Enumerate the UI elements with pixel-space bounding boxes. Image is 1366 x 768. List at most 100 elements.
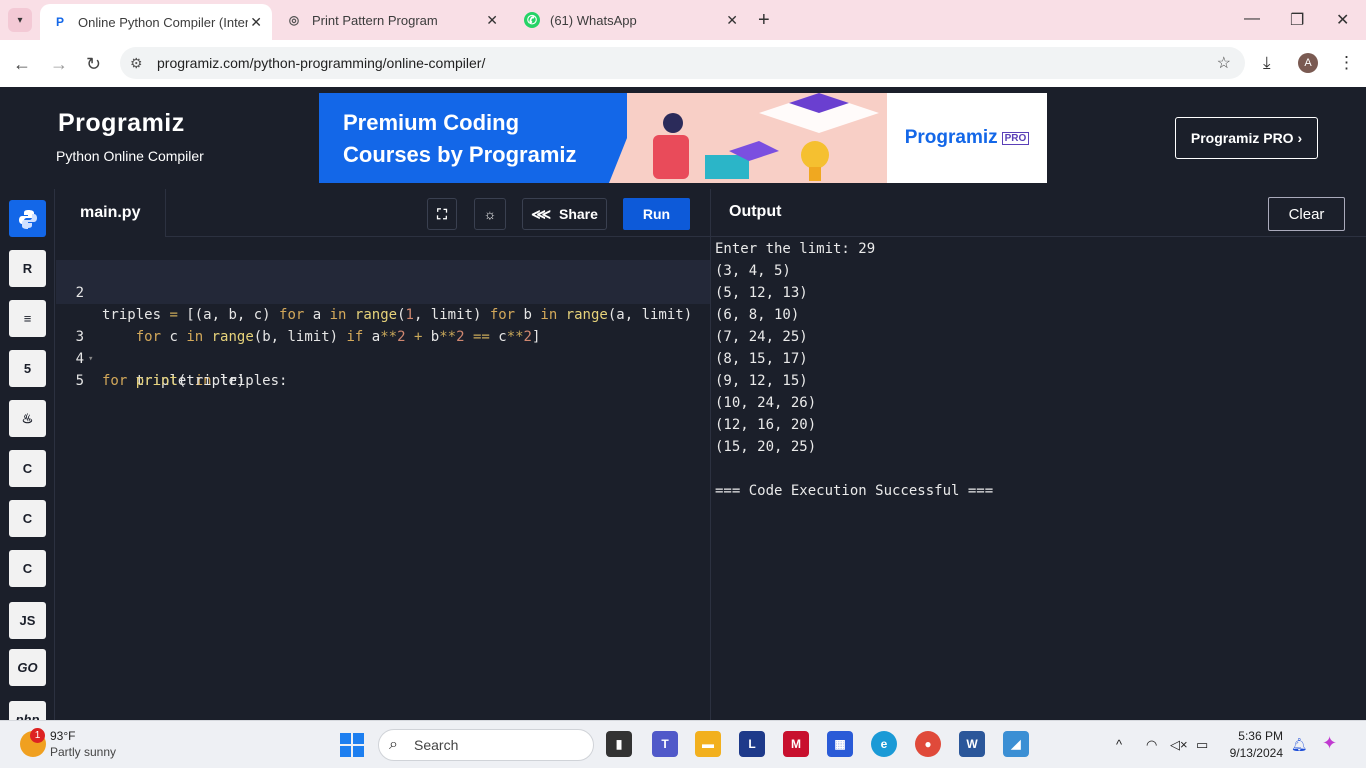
tab-whatsapp[interactable]: ✆ (61) WhatsApp ✕ (518, 0, 750, 40)
tab-title: Print Pattern Program (312, 12, 438, 28)
chrome-icon[interactable]: ● (915, 731, 941, 757)
programiz-pro-button[interactable]: Programiz PRO › (1175, 117, 1318, 159)
line-number: 2 (75, 285, 84, 301)
microsoft-store-icon[interactable]: ▦ (827, 731, 853, 757)
volume-muted-icon[interactable]: ◁× (1170, 737, 1188, 753)
windows-start-icon[interactable] (340, 733, 364, 757)
database-icon[interactable]: ≡ (9, 300, 46, 337)
task-view-icon[interactable]: ▮ (606, 731, 632, 757)
output-line: (9, 12, 15) (715, 373, 808, 389)
menu-kebab-icon[interactable]: ⋮ (1338, 53, 1355, 73)
close-tab-icon[interactable]: ✕ (486, 12, 498, 29)
output-console[interactable]: Enter the limit: 29 (3, 4, 5) (5, 12, 13… (715, 238, 1360, 720)
page-subtitle: Python Online Compiler (56, 148, 204, 164)
csharp-icon[interactable]: C (9, 550, 46, 587)
programiz-logo[interactable]: Programiz (58, 109, 185, 138)
output-line: (6, 8, 10) (715, 307, 800, 323)
cpp-icon[interactable]: C (9, 500, 46, 537)
battery-icon[interactable]: ▭ (1196, 737, 1208, 753)
address-bar-row: ← → ↻ ⚙ programiz.com/python-programming… (0, 40, 1366, 87)
share-button[interactable]: ⋘ Share (522, 198, 607, 230)
code-line: 2 triples = [(a, b, c) for a in range(1,… (56, 260, 710, 345)
banner-pro-badge: PRO (1001, 131, 1030, 145)
download-icon[interactable]: ⤓ (1263, 53, 1271, 73)
output-line: === Code Execution Successful === (715, 483, 994, 499)
go-icon[interactable]: GO (9, 649, 46, 686)
tab-title: Online Python Compiler (Interp (78, 14, 248, 30)
back-icon[interactable]: ← (13, 54, 31, 75)
restore-icon[interactable]: ❐ (1290, 10, 1304, 30)
clear-button[interactable]: Clear (1268, 197, 1345, 231)
close-tab-icon[interactable]: ✕ (726, 12, 738, 29)
r-icon[interactable]: R (9, 250, 46, 287)
photos-icon[interactable]: ◢ (1003, 731, 1029, 757)
file-explorer-icon[interactable]: ▬ (695, 731, 721, 757)
weather-temperature[interactable]: 93°F (50, 729, 75, 743)
output-line: (7, 24, 25) (715, 329, 808, 345)
site-header: Programiz Python Online Compiler Premium… (0, 87, 1366, 189)
editor-toolbar: main.py ⛶ ☼ ⋘ Share Run (56, 189, 710, 237)
theme-toggle-icon[interactable]: ☼ (474, 198, 506, 230)
java-icon[interactable]: ♨ (9, 400, 46, 437)
panel-divider[interactable] (710, 189, 711, 720)
output-line: (10, 24, 26) (715, 395, 817, 411)
output-line: (15, 20, 25) (715, 439, 817, 455)
globe-favicon-icon: ◎ (288, 13, 300, 27)
bookmark-star-icon[interactable]: ☆ (1217, 53, 1231, 73)
file-tab-main-py[interactable]: main.py (56, 189, 166, 237)
word-icon[interactable]: W (959, 731, 985, 757)
search-placeholder: Search (414, 737, 459, 753)
lens-app-icon[interactable]: L (739, 731, 765, 757)
banner-text: Premium Coding Courses by Programiz (343, 110, 577, 167)
weather-notification-badge: 1 (30, 728, 45, 743)
c-icon[interactable]: C (9, 450, 46, 487)
code-editor[interactable]: 1 limit = int(input("Enter the limit: ")… (56, 238, 710, 720)
javascript-icon[interactable]: JS (9, 602, 46, 639)
copilot-icon[interactable]: ✦ (1322, 733, 1337, 754)
minimize-icon[interactable]: — (1244, 10, 1260, 28)
code-line: 3 ▾ for triple in triples: (56, 304, 710, 389)
notification-bell-icon[interactable]: 🔔︎ (1291, 737, 1308, 753)
code-line: 4 print(triple) (56, 326, 710, 389)
new-tab-button[interactable]: + (758, 9, 770, 32)
line-number: 5 (75, 373, 84, 389)
tab-online-python-compiler[interactable]: P Online Python Compiler (Interp ✕ (40, 4, 272, 40)
output-header: Output Clear (711, 189, 1366, 237)
teams-icon[interactable]: T (652, 731, 678, 757)
search-icon: ⌕ (389, 736, 398, 753)
edge-icon[interactable]: e (871, 731, 897, 757)
output-line: (5, 12, 13) (715, 285, 808, 301)
html5-icon[interactable]: 5 (9, 350, 46, 387)
tab-search-button[interactable]: ▾ (8, 8, 32, 32)
browser-tab-bar: ▾ P Online Python Compiler (Interp ✕ ◎ P… (0, 0, 1366, 40)
close-tab-icon[interactable]: ✕ (250, 14, 262, 31)
code-line: 1 limit = int(input("Enter the limit: ")… (56, 238, 710, 301)
taskbar-search[interactable]: ⌕ Search (378, 729, 594, 761)
php-icon[interactable]: php (9, 701, 46, 720)
python-icon[interactable] (9, 200, 46, 237)
ad-banner[interactable]: Premium Coding Courses by Programiz Prog… (319, 93, 1047, 183)
clock-time[interactable]: 5:36 PM (1237, 729, 1283, 743)
output-line: Enter the limit: 29 (715, 241, 876, 257)
close-window-icon[interactable]: ✕ (1336, 10, 1349, 30)
output-title: Output (729, 203, 782, 220)
tab-print-pattern-program[interactable]: ◎ Print Pattern Program ✕ (280, 0, 510, 40)
weather-condition[interactable]: Partly sunny (50, 745, 116, 759)
url-field[interactable]: ⚙ programiz.com/python-programming/onlin… (120, 47, 1245, 79)
reload-icon[interactable]: ↻ (86, 54, 101, 75)
profile-avatar[interactable]: A (1298, 53, 1318, 73)
output-line: (12, 16, 20) (715, 417, 817, 433)
output-line: (3, 4, 5) (715, 263, 791, 279)
forward-icon[interactable]: → (50, 54, 68, 75)
tab-title: (61) WhatsApp (550, 12, 637, 28)
clock-date[interactable]: 9/13/2024 (1227, 746, 1283, 760)
site-info-icon[interactable]: ⚙ (130, 55, 143, 72)
show-hidden-icons-icon[interactable]: ^ (1116, 737, 1122, 752)
mcafee-icon[interactable]: M (783, 731, 809, 757)
language-rail: R ≡ 5 ♨ C C C JS GO php (0, 189, 55, 720)
windows-taskbar: 1 93°F Partly sunny ⌕ Search ▮ T ▬ L M ▦… (0, 720, 1366, 768)
fullscreen-icon[interactable]: ⛶ (427, 198, 457, 230)
run-button[interactable]: Run (623, 198, 690, 230)
wifi-icon[interactable]: ◠ (1146, 737, 1157, 753)
share-icon: ⋘ (531, 205, 551, 222)
